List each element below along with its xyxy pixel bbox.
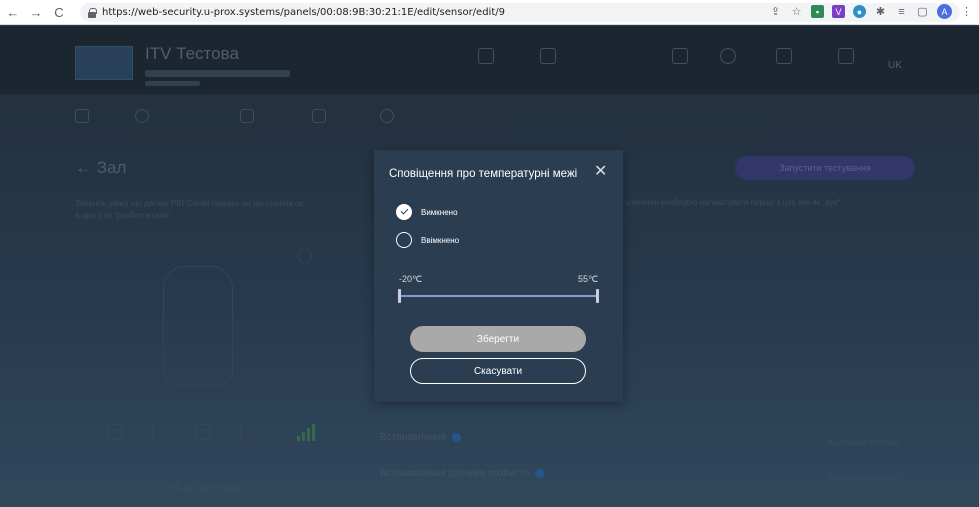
range-min-label: -20℃ [399, 274, 423, 284]
browser-toolbar: ← → C https://web-security.u-prox.system… [0, 0, 979, 25]
cancel-button[interactable]: Скасувати [410, 358, 586, 384]
close-icon[interactable]: ✕ [594, 164, 607, 180]
extension-v-icon[interactable]: V [832, 5, 845, 18]
temperature-limits-dialog: Сповіщення про температурні межі ✕ Вимкн… [374, 150, 623, 402]
radio-unchecked-icon[interactable] [396, 232, 412, 248]
lock-icon [88, 7, 97, 18]
reading-list-icon[interactable]: ≡ [895, 5, 908, 18]
extensions-area: ⇪ ☆ ▪ V ● ✱ ≡ ▢ A ⋮ [769, 4, 973, 19]
side-panel-icon[interactable]: ▢ [916, 5, 929, 18]
dialog-title: Сповіщення про температурні межі [389, 168, 578, 180]
profile-avatar[interactable]: A [937, 4, 952, 19]
radio-checked-icon[interactable] [396, 204, 412, 220]
reload-icon[interactable]: C [49, 2, 69, 22]
option-enabled-label: Ввімкнено [421, 235, 460, 245]
range-max-label: 55℃ [578, 274, 599, 284]
option-disabled-label: Вимкнено [421, 207, 458, 217]
menu-kebab-icon[interactable]: ⋮ [960, 5, 973, 18]
slider-max-handle[interactable] [596, 289, 599, 303]
extensions-puzzle-icon[interactable]: ✱ [874, 5, 887, 18]
forward-arrow-icon[interactable]: → [26, 2, 46, 22]
save-button[interactable]: Зберегти [410, 326, 586, 352]
bookmark-star-icon[interactable]: ☆ [790, 5, 803, 18]
option-enabled[interactable]: Ввімкнено [396, 232, 459, 248]
back-arrow-icon[interactable]: ← [3, 2, 23, 22]
url-text: https://web-security.u-prox.systems/pane… [102, 7, 505, 18]
extension-green-icon[interactable]: ▪ [811, 5, 824, 18]
temperature-range-slider[interactable] [399, 295, 599, 297]
share-icon[interactable]: ⇪ [769, 5, 782, 18]
option-disabled[interactable]: Вимкнено [396, 204, 458, 220]
extension-globe-icon[interactable]: ● [853, 5, 866, 18]
slider-min-handle[interactable] [398, 289, 401, 303]
